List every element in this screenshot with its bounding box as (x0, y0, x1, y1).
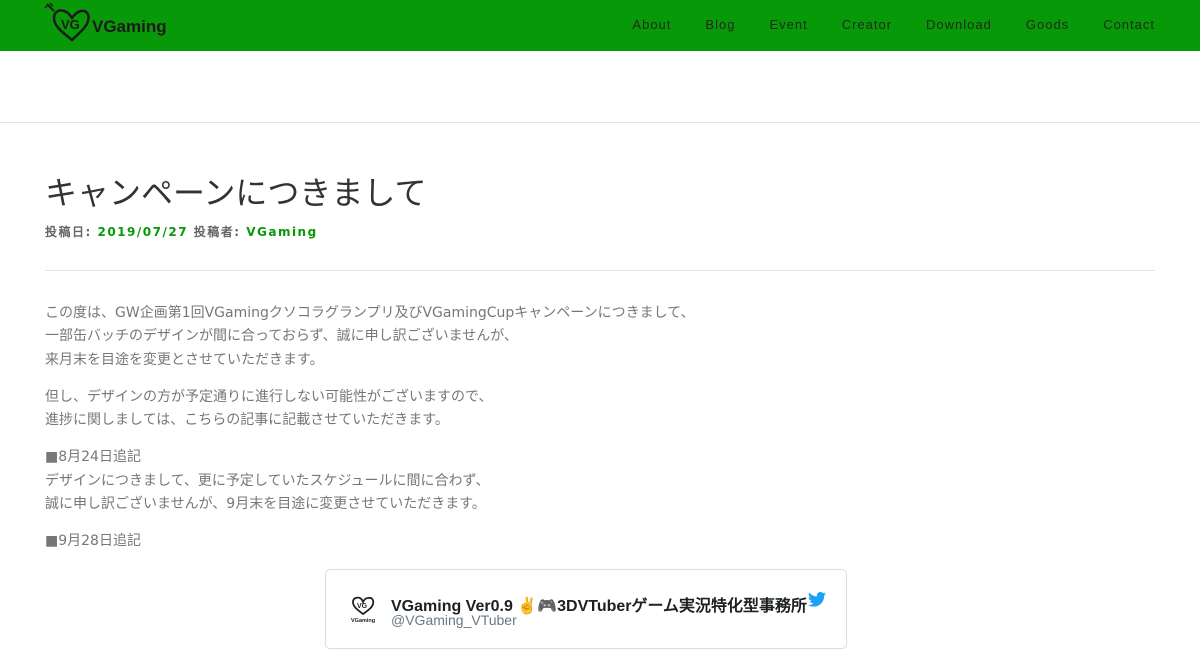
avatar[interactable]: VG VGaming (348, 592, 378, 628)
text-line: この度は、GW企画第1回VGamingクソコラグランプリ及びVGamingCup… (45, 305, 695, 321)
post-body: この度は、GW企画第1回VGamingクソコラグランプリ及びVGamingCup… (45, 302, 1155, 568)
twitter-bird-icon[interactable] (808, 592, 826, 611)
author-label: 投稿者: (188, 225, 247, 239)
date-label: 投稿日: (45, 225, 98, 239)
text-line: ■9月28日追記 (45, 533, 141, 550)
text-line: 進捗に関しましては、こちらの記事に記載させていただきます。 (45, 412, 449, 429)
nav-contact[interactable]: Contact (1103, 17, 1155, 32)
site-logo[interactable]: VG VGaming (44, 2, 167, 42)
post-title: キャンペーンにつきまして (45, 174, 427, 212)
svg-text:VGaming: VGaming (351, 618, 375, 624)
tweet-author-handle[interactable]: @VGaming_VTuber (391, 612, 517, 628)
brand-name: VGaming (92, 17, 167, 36)
text-line: 来月末を目途を変更とさせていただきます。 (45, 351, 324, 368)
vgaming-logo-icon: VG VGaming (351, 596, 375, 624)
post-meta: 投稿日: 2019/07/27 投稿者: VGaming (45, 223, 318, 240)
divider (45, 270, 1155, 271)
vgaming-logo-icon: VG (44, 2, 90, 42)
nav-event[interactable]: Event (769, 17, 807, 32)
svg-text:VG: VG (357, 603, 368, 610)
text-line: 誠に申し訳ございませんが、9月末を目途に変更させていただきます。 (45, 496, 486, 513)
main-nav: About Blog Event Creator Download Goods … (598, 0, 1155, 48)
embedded-tweet[interactable]: VG VGaming VGaming Ver0.9 ✌🎮3DVTuberゲーム実… (325, 569, 847, 649)
paragraph: ■8月24日追記 デザインにつきまして、更に予定していたスケジュールに間に合わず… (45, 446, 1155, 516)
nav-creator[interactable]: Creator (842, 17, 892, 32)
page-banner (0, 51, 1200, 123)
nav-about[interactable]: About (632, 17, 671, 32)
nav-goods[interactable]: Goods (1026, 17, 1069, 32)
paragraph: この度は、GW企画第1回VGamingクソコラグランプリ及びVGamingCup… (45, 302, 1155, 372)
post-author-link[interactable]: VGaming (246, 225, 317, 239)
text-line: 一部缶バッチのデザインが間に合っておらず、誠に申し訳ございませんが、 (45, 328, 518, 345)
text-line: 但し、デザインの方が予定通りに進行しない可能性がございますので、 (45, 388, 493, 405)
paragraph: ■9月28日追記 (45, 530, 1155, 553)
post-date-link[interactable]: 2019/07/27 (97, 225, 188, 239)
nav-blog[interactable]: Blog (705, 17, 735, 32)
nav-download[interactable]: Download (926, 17, 992, 32)
site-header: VG VGaming About Blog Event Creator Down… (0, 0, 1200, 51)
paragraph: 但し、デザインの方が予定通りに進行しない可能性がございますので、 進捗に関しまし… (45, 386, 1155, 433)
text-line: ■8月24日追記 (45, 449, 141, 466)
text-line: デザインにつきまして、更に予定していたスケジュールに間に合わず、 (45, 472, 490, 489)
svg-text:VG: VG (61, 17, 80, 32)
